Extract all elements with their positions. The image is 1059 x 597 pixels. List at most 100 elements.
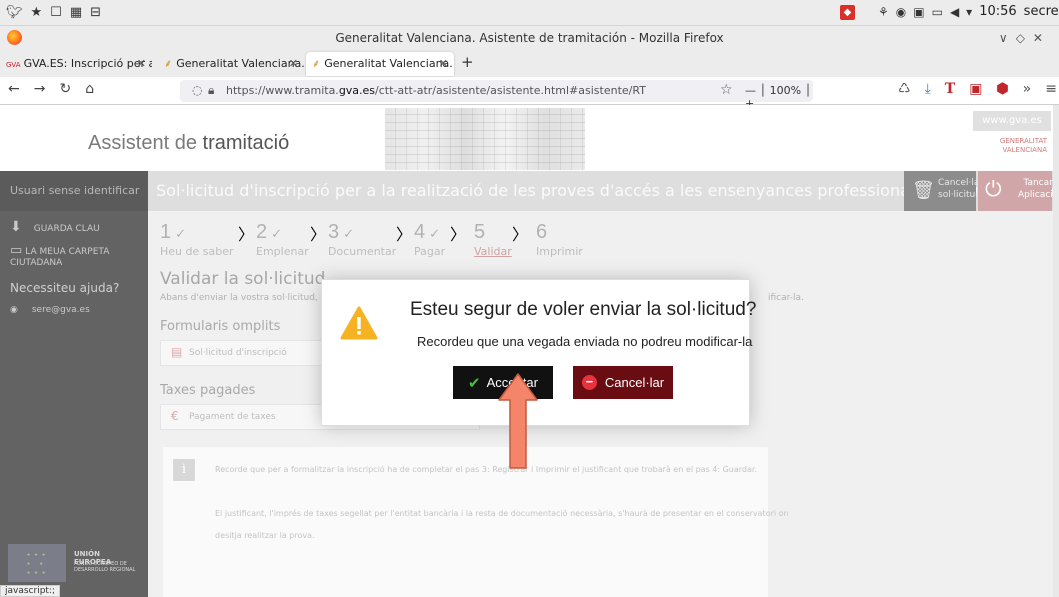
- help-email-link[interactable]: ◉ sere@gva.es: [10, 305, 90, 315]
- network-icon[interactable]: ⚘: [878, 5, 889, 19]
- eu-flag-icon: [8, 544, 66, 582]
- menu-down-icon[interactable]: ▾: [966, 5, 972, 19]
- back-icon[interactable]: ←: [8, 81, 20, 97]
- bird-icon[interactable]: 🐦︎: [6, 5, 23, 20]
- help-heading: Necessiteu ajuda?: [10, 281, 120, 295]
- tab-close-icon[interactable]: ✕: [289, 52, 298, 76]
- reload-icon[interactable]: ↻: [59, 81, 71, 97]
- tab-generalitat-active[interactable]: ⸙Generalitat Valenciana. Ass ✕: [306, 52, 454, 76]
- window-icon[interactable]: ☐: [50, 5, 62, 20]
- url-bar[interactable]: ◌ 🔒︎ https://www.tramita.gva.es/ctt-att-…: [180, 80, 813, 110]
- check-icon: ✓: [175, 226, 187, 241]
- navigation-bar: ← → ↻ ⌂ ◌ 🔒︎ https://www.tramita.gva.es/…: [0, 77, 1059, 110]
- status-bar: javascript:;: [0, 585, 61, 597]
- dialog-title: Esteu segur de voler enviar la sol·licit…: [410, 299, 757, 320]
- minus-circle-icon: −: [581, 375, 597, 390]
- app-indicator-icon[interactable]: ◆: [840, 5, 855, 20]
- chevron-right-icon: 〉: [512, 225, 529, 244]
- gva-favicon-icon: GVA: [6, 61, 21, 69]
- window-controls[interactable]: ∨◇✕: [999, 26, 1051, 50]
- check-icon: ✔: [468, 374, 481, 392]
- tab-strip: GVAGVA.ES: Inscripció per a la ✕ ⸙Genera…: [0, 50, 1059, 77]
- header-banner-image: [385, 108, 585, 170]
- power-icon: ⏻: [985, 177, 1002, 201]
- home-icon[interactable]: ⌂: [85, 81, 94, 97]
- feather-favicon-icon: ⸙: [312, 57, 321, 70]
- translate-icon[interactable]: T: [945, 81, 955, 97]
- warning-icon: [340, 306, 378, 340]
- display-icon[interactable]: ▭: [932, 5, 943, 19]
- lock-icon[interactable]: 🔒︎: [208, 83, 214, 98]
- tab-close-icon[interactable]: ✕: [439, 52, 448, 76]
- overflow-icon[interactable]: »: [1023, 81, 1032, 97]
- info-icon: i: [173, 459, 195, 481]
- cancel-request-button[interactable]: 🗑︎ Cancel·lar sol·licitud: [904, 171, 983, 211]
- drive-icon[interactable]: ⊟: [90, 5, 101, 20]
- anonymous-user-label: Usuari sense identificar: [0, 171, 148, 211]
- chevron-right-icon: 〉: [310, 225, 327, 244]
- url-text[interactable]: https://www.tramita.gva.es/ctt-att-atr/a…: [226, 84, 646, 97]
- download-icon[interactable]: ⤓: [925, 81, 931, 97]
- chevron-right-icon: 〉: [238, 225, 255, 244]
- star-icon[interactable]: ★: [31, 5, 43, 20]
- vpn-icon[interactable]: ◉: [896, 5, 906, 19]
- gva-logo[interactable]: GENERALITAT VALENCIANA: [973, 137, 1051, 159]
- annotation-arrow-icon: [498, 373, 538, 469]
- mail-icon: ◉: [10, 305, 18, 315]
- step-5[interactable]: 5 Validar: [474, 221, 512, 258]
- step-6[interactable]: 6 Imprimir: [536, 221, 583, 258]
- page-scrollbar[interactable]: [1053, 105, 1059, 597]
- extension-icon[interactable]: ⬢: [996, 81, 1008, 97]
- procedure-bar: Usuari sense identificar Sol·licitud d'i…: [0, 171, 1059, 211]
- panel-icon[interactable]: ▦: [70, 5, 82, 20]
- menu-icon[interactable]: ≡: [1045, 81, 1057, 97]
- clipboard-icon[interactable]: ▣: [913, 5, 924, 19]
- sidebar: ⬇ GUARDA CLAU ▭ LA MEUA CARPETA CIUTADANA …: [0, 211, 148, 597]
- download-icon: ⬇: [10, 219, 22, 235]
- forms-section-title: Formularis omplits: [160, 319, 281, 334]
- video-icon[interactable]: ▣: [969, 81, 982, 97]
- chevron-right-icon: 〉: [396, 225, 413, 244]
- save-key-link[interactable]: ⬇ GUARDA CLAU: [10, 219, 100, 235]
- info-box: i Recorde que per a formalitzar la inscr…: [163, 447, 789, 597]
- briefcase-icon: ▭: [10, 243, 23, 258]
- system-launcher-icons[interactable]: 🐦︎ ★ ☐ ▦ ⊟: [6, 5, 101, 20]
- validate-title: Validar la sol·licitud: [160, 269, 326, 289]
- pocket-icon[interactable]: ♺: [898, 81, 911, 97]
- window-title: Generalitat Valenciana. Asistente de tra…: [335, 31, 724, 45]
- clock: 10:56: [979, 4, 1017, 19]
- info-line-3: desitja realitzar la prova.: [215, 531, 315, 540]
- tab-generalitat-1[interactable]: ⸙Generalitat Valenciana. Ass ✕: [158, 52, 304, 76]
- dialog-message: Recordeu que una vegada enviada no podre…: [417, 334, 753, 349]
- fees-section-title: Taxes pagades: [160, 383, 256, 398]
- info-line-1: Recorde que per a formalitzar la inscrip…: [215, 465, 758, 474]
- close-application-button[interactable]: ⏻ Tancar Aplicació: [978, 171, 1058, 211]
- step-3[interactable]: 3 ✓ Documentar: [328, 221, 396, 258]
- cancel-button[interactable]: − Cancel·lar: [573, 366, 673, 399]
- check-icon: ✓: [429, 226, 441, 241]
- step-4[interactable]: 4 ✓ Pagar: [414, 221, 445, 258]
- firefox-icon: [7, 30, 22, 45]
- site-brand: Assistent de tramitació: [88, 132, 290, 154]
- check-icon: ✓: [343, 226, 355, 241]
- validate-description-tail: ificar-la.: [768, 293, 804, 303]
- volume-icon[interactable]: ◀: [950, 5, 959, 19]
- user-name[interactable]: secretaria1: [1024, 4, 1059, 19]
- trash-icon: 🗑︎: [912, 180, 935, 201]
- tab-gva-inscripcio[interactable]: GVAGVA.ES: Inscripció per a la ✕: [0, 52, 152, 76]
- www-link[interactable]: www.gva.es: [973, 111, 1051, 131]
- document-icon: ▤: [171, 345, 183, 359]
- step-2[interactable]: 2 ✓ Emplenar: [256, 221, 309, 258]
- info-line-2: El justificant, l'imprés de taxes segell…: [215, 509, 789, 518]
- shield-icon[interactable]: ◌: [192, 83, 202, 97]
- site-header: Assistent de tramitació www.gva.es GENER…: [0, 105, 1059, 170]
- step-progress: 1 ✓ Heu de saber 〉 2 ✓ Emplenar 〉 3 ✓ Docum…: [160, 221, 860, 266]
- new-tab-icon[interactable]: +: [461, 53, 474, 71]
- eu-logo: UNIÓN EUROPEA FONDO EUROPEO DEDESARROLLO…: [8, 544, 138, 584]
- my-folder-link[interactable]: ▭ LA MEUA CARPETA CIUTADANA: [10, 243, 148, 268]
- euro-icon: €: [171, 409, 179, 423]
- tab-close-icon[interactable]: ✕: [137, 52, 146, 76]
- forward-icon[interactable]: →: [34, 81, 46, 97]
- step-1[interactable]: 1 ✓ Heu de saber: [160, 221, 234, 258]
- bookmark-star-icon[interactable]: ☆: [720, 82, 733, 98]
